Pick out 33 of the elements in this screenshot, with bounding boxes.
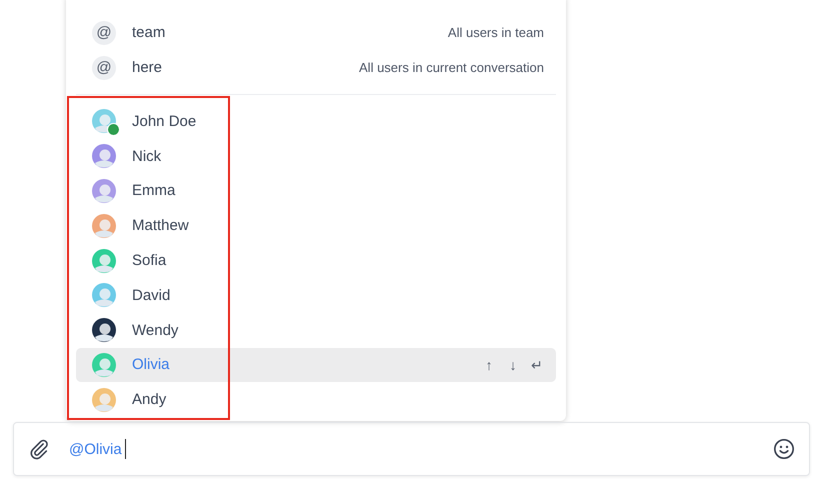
user-item[interactable]: Matthew — [76, 208, 556, 244]
attach-icon[interactable] — [28, 438, 50, 460]
user-name: Sofia — [132, 252, 166, 270]
at-sign: @ — [92, 56, 116, 80]
user-item[interactable]: Wendy — [76, 312, 556, 348]
mention-description: All users in team — [448, 25, 544, 40]
key-hint: ↵ — [530, 356, 544, 373]
user-item[interactable]: Emma — [76, 174, 556, 208]
user-item[interactable]: Olivia ↑ ↓ ↵ — [76, 348, 556, 382]
user-item[interactable]: John Doe — [76, 104, 556, 139]
mention-item[interactable]: @ team All users in team — [76, 15, 556, 50]
user-name: Matthew — [132, 217, 189, 234]
user-item[interactable]: Sofia — [76, 243, 556, 278]
at-sign: @ — [92, 20, 116, 44]
user-item[interactable]: David — [76, 278, 556, 313]
input-value: @Olivia — [69, 440, 122, 458]
user-item[interactable]: Andy — [76, 382, 556, 418]
emoji-icon[interactable] — [773, 438, 795, 460]
user-name: Olivia — [132, 356, 170, 374]
mention-name: team — [132, 24, 166, 41]
key-hint: ↓ — [508, 356, 518, 373]
mention-name: here — [132, 59, 162, 76]
user-name: Emma — [132, 182, 176, 200]
user-name: David — [132, 286, 170, 304]
mention-description: All users in current conversation — [359, 60, 544, 75]
user-name: Wendy — [132, 322, 178, 339]
user-name: Nick — [132, 148, 162, 165]
user-name: Andy — [132, 391, 166, 408]
mention-item[interactable]: @ here All users in current conversation — [76, 50, 556, 85]
message-input[interactable]: @Olivia — [13, 422, 810, 476]
user-name: John Doe — [132, 112, 196, 130]
user-item[interactable]: Nick — [76, 138, 556, 174]
key-hint: ↑ — [484, 356, 494, 373]
